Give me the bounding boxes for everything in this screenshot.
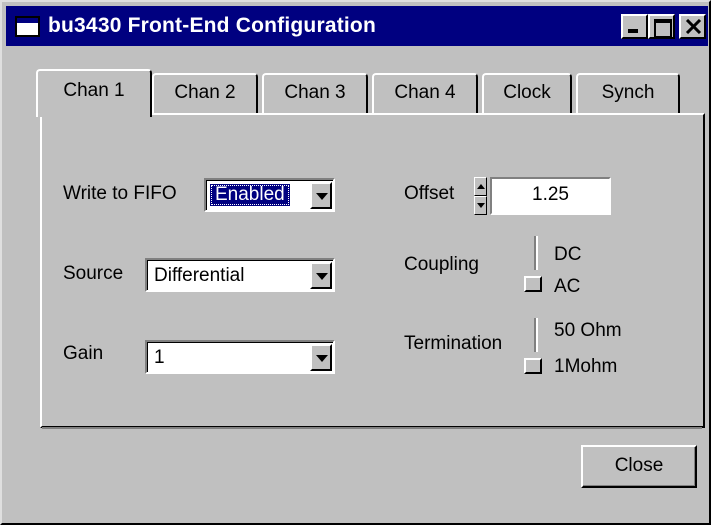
- coupling-label: Coupling: [404, 254, 479, 275]
- tab-label: Chan 2: [174, 82, 236, 103]
- close-window-button[interactable]: [679, 14, 706, 39]
- tab-label: Synch: [601, 82, 655, 103]
- tab-chan-2[interactable]: Chan 2: [152, 73, 258, 113]
- dropdown-arrow-icon[interactable]: [310, 262, 332, 289]
- write-fifo-select[interactable]: Enabled: [204, 178, 335, 212]
- spin-up-icon[interactable]: [474, 177, 487, 196]
- offset-spinner[interactable]: [474, 177, 487, 215]
- tab-clock[interactable]: Clock: [482, 73, 572, 113]
- offset-input[interactable]: 1.25: [490, 177, 611, 215]
- close-icon: [685, 19, 702, 34]
- tab-chan-1[interactable]: Chan 1: [36, 69, 152, 117]
- slider-thumb[interactable]: [524, 358, 542, 374]
- title-bar[interactable]: bu3430 Front-End Configuration: [6, 6, 708, 46]
- window-title: bu3430 Front-End Configuration: [48, 14, 376, 37]
- termination-slider[interactable]: [520, 318, 542, 378]
- coupling-option-ac[interactable]: AC: [554, 276, 580, 298]
- tab-label: Chan 3: [284, 82, 346, 103]
- offset-value: 1.25: [532, 184, 569, 205]
- gain-value: 1: [154, 347, 165, 368]
- close-button[interactable]: Close: [581, 445, 697, 488]
- slider-track: [534, 318, 538, 352]
- slider-thumb[interactable]: [524, 276, 542, 292]
- source-label: Source: [63, 263, 124, 284]
- coupling-option-dc[interactable]: DC: [554, 244, 581, 266]
- tab-chan-3[interactable]: Chan 3: [262, 73, 368, 113]
- write-fifo-value: Enabled: [210, 184, 290, 206]
- tab-panel-chan-1: [40, 113, 705, 428]
- tab-label: Chan 4: [394, 82, 456, 103]
- app-window-icon: [15, 16, 40, 37]
- dropdown-arrow-icon[interactable]: [310, 182, 332, 209]
- gain-select[interactable]: 1: [145, 340, 335, 374]
- maximize-button[interactable]: [648, 14, 675, 39]
- coupling-slider[interactable]: [520, 236, 542, 296]
- write-fifo-label: Write to FIFO: [63, 183, 177, 204]
- termination-label: Termination: [404, 333, 503, 354]
- tab-chan-4[interactable]: Chan 4: [372, 73, 478, 113]
- panel-shadow: [42, 427, 702, 429]
- dropdown-arrow-icon[interactable]: [310, 344, 332, 371]
- minimize-button[interactable]: [621, 14, 648, 39]
- gain-label: Gain: [63, 343, 104, 364]
- termination-option-1mohm[interactable]: 1Mohm: [554, 356, 617, 378]
- tab-label: Clock: [503, 82, 551, 103]
- tab-label: Chan 1: [63, 80, 125, 101]
- spin-down-icon[interactable]: [474, 196, 487, 215]
- slider-track: [534, 236, 538, 270]
- source-value: Differential: [154, 265, 245, 286]
- offset-label: Offset: [404, 183, 455, 204]
- tab-synch[interactable]: Synch: [576, 73, 680, 113]
- source-select[interactable]: Differential: [145, 258, 335, 292]
- termination-option-50ohm[interactable]: 50 Ohm: [554, 320, 622, 342]
- close-button-label: Close: [614, 455, 664, 476]
